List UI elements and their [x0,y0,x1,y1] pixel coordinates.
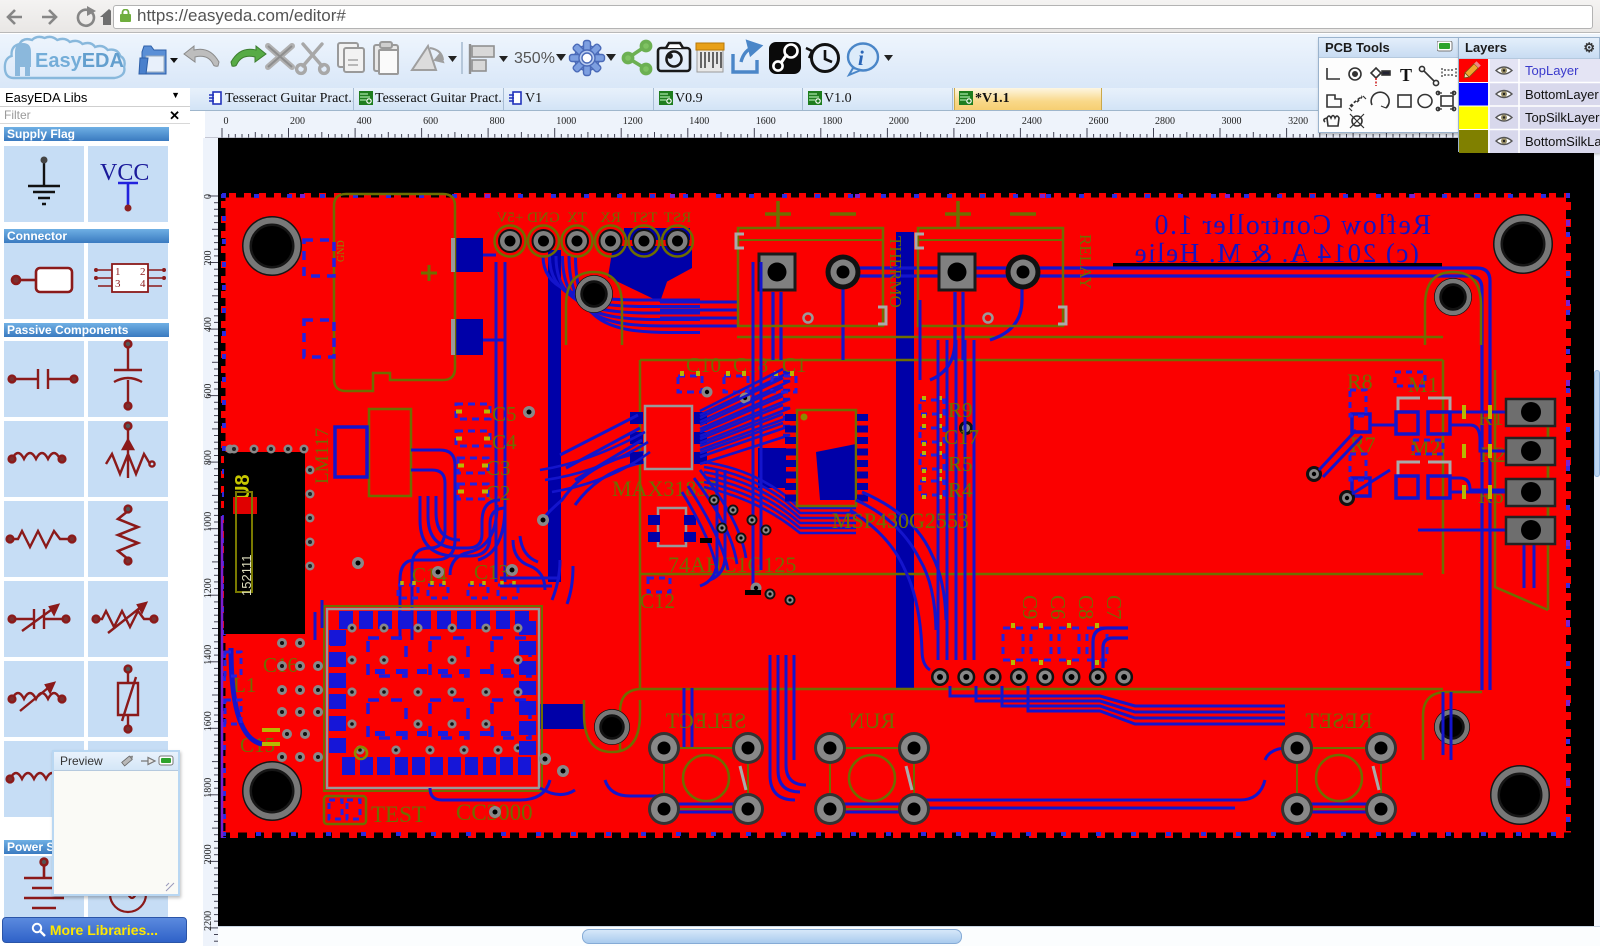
svg-text:MSP430G2553: MSP430G2553 [832,508,969,533]
svg-text:RELAY: RELAY [1076,234,1095,289]
svg-text:SELECT: SELECT [665,708,746,733]
svg-text:2: 2 [140,266,146,278]
svg-text:2000: 2000 [889,116,909,127]
svg-text:C6: C6 [1046,595,1070,620]
svg-text:C1: C1 [782,353,807,377]
svg-text:1: 1 [115,266,121,278]
svg-text:BottomLayer: BottomLayer [1525,87,1599,102]
svg-text:RESET: RESET [1305,708,1373,733]
svg-text:R5: R5 [948,452,973,476]
svg-text:C13: C13 [474,560,509,584]
svg-text:TopSilkLayer: TopSilkLayer [1525,110,1600,125]
svg-text:C3: C3 [486,456,511,480]
svg-text:C7: C7 [1102,595,1126,620]
svg-text:800: 800 [490,116,505,127]
svg-text:BottomSilkLay: BottomSilkLay [1525,134,1600,149]
svg-text:2200: 2200 [955,116,975,127]
svg-text:2200: 2200 [203,911,214,931]
svg-text:RX: RX [600,210,621,226]
svg-text:LM117: LM117 [312,428,333,484]
svg-text:THERMO: THERMO [886,236,905,308]
svg-text:TopLayer: TopLayer [1525,63,1579,78]
svg-text:C4: C4 [492,430,517,454]
svg-text:1000: 1000 [556,116,576,127]
svg-text:Passive Components: Passive Components [7,323,129,337]
svg-text:GND: GND [336,240,347,262]
svg-text:400: 400 [357,116,372,127]
svg-text:EasyEDA: EasyEDA [35,50,124,72]
svg-text:TEST: TEST [371,802,426,827]
svg-text:RUN: RUN [849,708,896,733]
svg-text:TX: TX [567,210,587,226]
svg-text:C9: C9 [1018,595,1042,620]
svg-text:C17: C17 [944,425,979,449]
svg-text:3: 3 [115,278,121,290]
svg-text:1400: 1400 [689,116,709,127]
svg-text:C18: C18 [733,353,768,377]
svg-text:200: 200 [290,116,305,127]
svg-text:R2: R2 [1480,442,1506,467]
svg-text:T: T [1400,65,1412,85]
svg-text:1600: 1600 [203,711,214,731]
svg-text:152111: 152111 [239,555,254,596]
svg-text:Connector: Connector [7,229,67,243]
svg-text:2800: 2800 [1155,116,1175,127]
svg-text:RST: RST [664,210,692,226]
svg-text:3000: 3000 [1222,116,1242,127]
svg-text:0: 0 [224,116,229,127]
svg-text:4: 4 [140,278,146,290]
svg-text:Supply Flag: Supply Flag [7,127,75,141]
svg-text:C10: C10 [686,353,721,377]
svg-text:1800: 1800 [822,116,842,127]
svg-text:GND: GND [527,210,560,226]
svg-text:1200: 1200 [203,578,214,598]
svg-text:C8: C8 [1074,595,1098,620]
svg-text:TST: TST [631,210,658,226]
svg-text:1800: 1800 [203,778,214,798]
svg-text:600: 600 [203,384,214,399]
svg-text:1400: 1400 [203,645,214,665]
svg-text:350%: 350% [514,50,555,67]
svg-text:2600: 2600 [1089,116,1109,127]
svg-text:1200: 1200 [623,116,643,127]
svg-text:400: 400 [203,317,214,332]
svg-text:Reflow Controller 1.0: Reflow Controller 1.0 [1153,210,1431,241]
svg-text:0: 0 [203,194,214,199]
svg-text:200: 200 [203,251,214,266]
svg-text:2000: 2000 [203,844,214,864]
svg-text:R9: R9 [948,398,973,422]
svg-text:C5: C5 [492,402,517,426]
svg-text:74AHC1G125: 74AHC1G125 [668,552,796,577]
svg-text:i: i [858,46,864,70]
svg-text:R4: R4 [948,478,973,502]
svg-text:3200: 3200 [1288,116,1308,127]
svg-text:2400: 2400 [1022,116,1042,127]
svg-text:800: 800 [203,450,214,465]
svg-text:600: 600 [423,116,438,127]
svg-text:+5V: +5V [496,210,523,226]
svg-text:1000: 1000 [203,512,214,532]
svg-text:1600: 1600 [756,116,776,127]
